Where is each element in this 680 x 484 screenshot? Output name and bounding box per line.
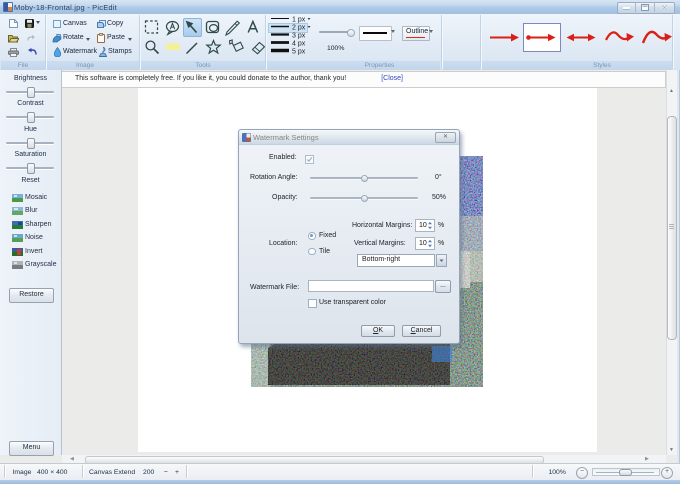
svg-text:4 px: 4 px (292, 41, 306, 48)
svg-text:1 px: 1 px (292, 17, 306, 24)
svg-text:2 px: 2 px (292, 25, 306, 32)
svg-text:3 px: 3 px (292, 33, 306, 40)
svg-text:5 px: 5 px (292, 49, 306, 56)
